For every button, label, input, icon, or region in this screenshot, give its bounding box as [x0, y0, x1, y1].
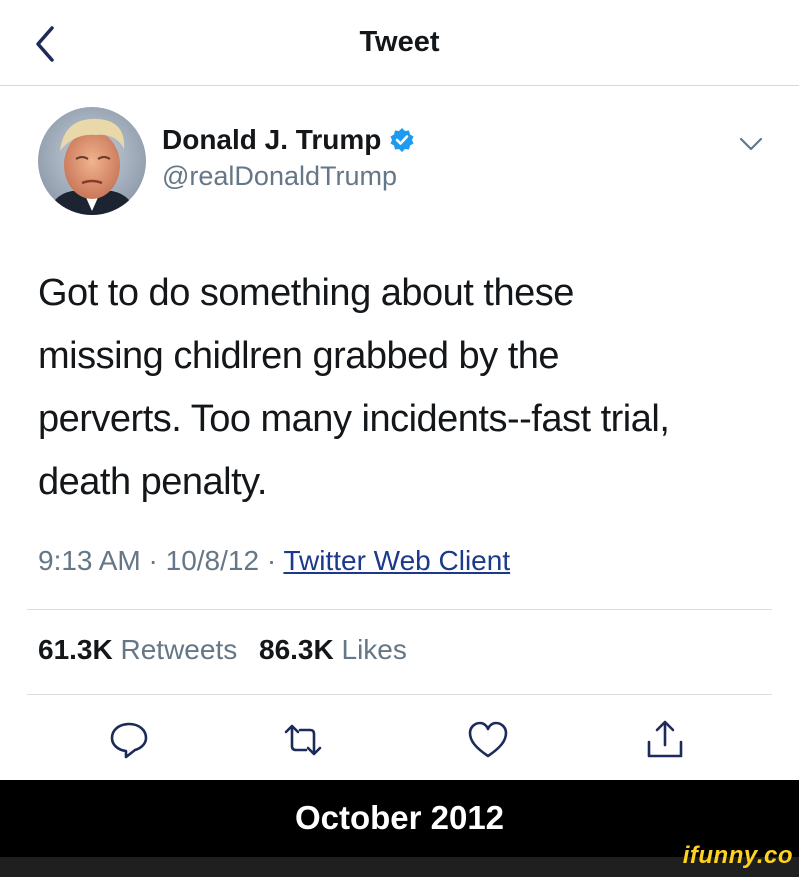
page-title: Tweet: [359, 26, 440, 58]
like-button[interactable]: [466, 718, 510, 762]
user-handle[interactable]: @realDonaldTrump: [162, 161, 397, 192]
banner-caption: October 2012: [294, 799, 505, 836]
tweet-text-line: Got to do something about these: [38, 272, 574, 314]
caption-banner: October 2012: [0, 780, 799, 857]
display-name[interactable]: Donald J. Trump: [162, 124, 381, 156]
tweet-source-link[interactable]: Twitter Web Client: [283, 545, 510, 576]
divider: [27, 609, 772, 610]
tweet-metadata: 9:13 AM · 10/8/12 · Twitter Web Client: [38, 545, 510, 577]
author-name-row[interactable]: Donald J. Trump: [162, 122, 415, 158]
tweet-menu-button[interactable]: [738, 134, 764, 154]
retweets-label: Retweets: [120, 634, 238, 665]
share-icon: [647, 720, 683, 758]
likes-count: 86.3K: [259, 634, 334, 665]
tweet-text-line: death penalty.: [38, 461, 267, 503]
divider: [27, 694, 772, 695]
share-button[interactable]: [643, 718, 687, 762]
retweet-icon: [284, 724, 322, 756]
likes-stat[interactable]: 86.3K Likes: [259, 634, 407, 665]
meta-separator: ·: [266, 545, 277, 576]
meta-separator: ·: [148, 545, 158, 576]
tweet-text-line: perverts. Too many incidents--fast trial…: [38, 398, 670, 440]
tweet-stats: 61.3K Retweets 86.3K Likes: [38, 634, 407, 666]
reply-button[interactable]: [107, 718, 151, 762]
chevron-down-icon: [739, 137, 763, 151]
retweets-count: 61.3K: [38, 634, 113, 665]
avatar[interactable]: [38, 107, 146, 215]
footer-bar: [0, 857, 799, 877]
tweet-text-line: missing chidlren grabbed by the: [38, 335, 560, 377]
tweet-date: 10/8/12: [165, 545, 260, 576]
retweet-button[interactable]: [281, 718, 325, 762]
navigation-header: Tweet: [0, 0, 799, 86]
profile-photo: [38, 107, 146, 215]
likes-label: Likes: [341, 634, 407, 665]
tweet-text: Got to do something about these missing …: [38, 262, 778, 514]
retweets-stat[interactable]: 61.3K Retweets: [38, 634, 237, 665]
tweet-time: 9:13 AM: [38, 545, 141, 576]
ifunny-watermark: ifunny.co: [682, 842, 793, 869]
verified-badge-icon: [390, 128, 414, 152]
reply-icon: [110, 722, 148, 759]
like-heart-icon: [468, 721, 508, 758]
